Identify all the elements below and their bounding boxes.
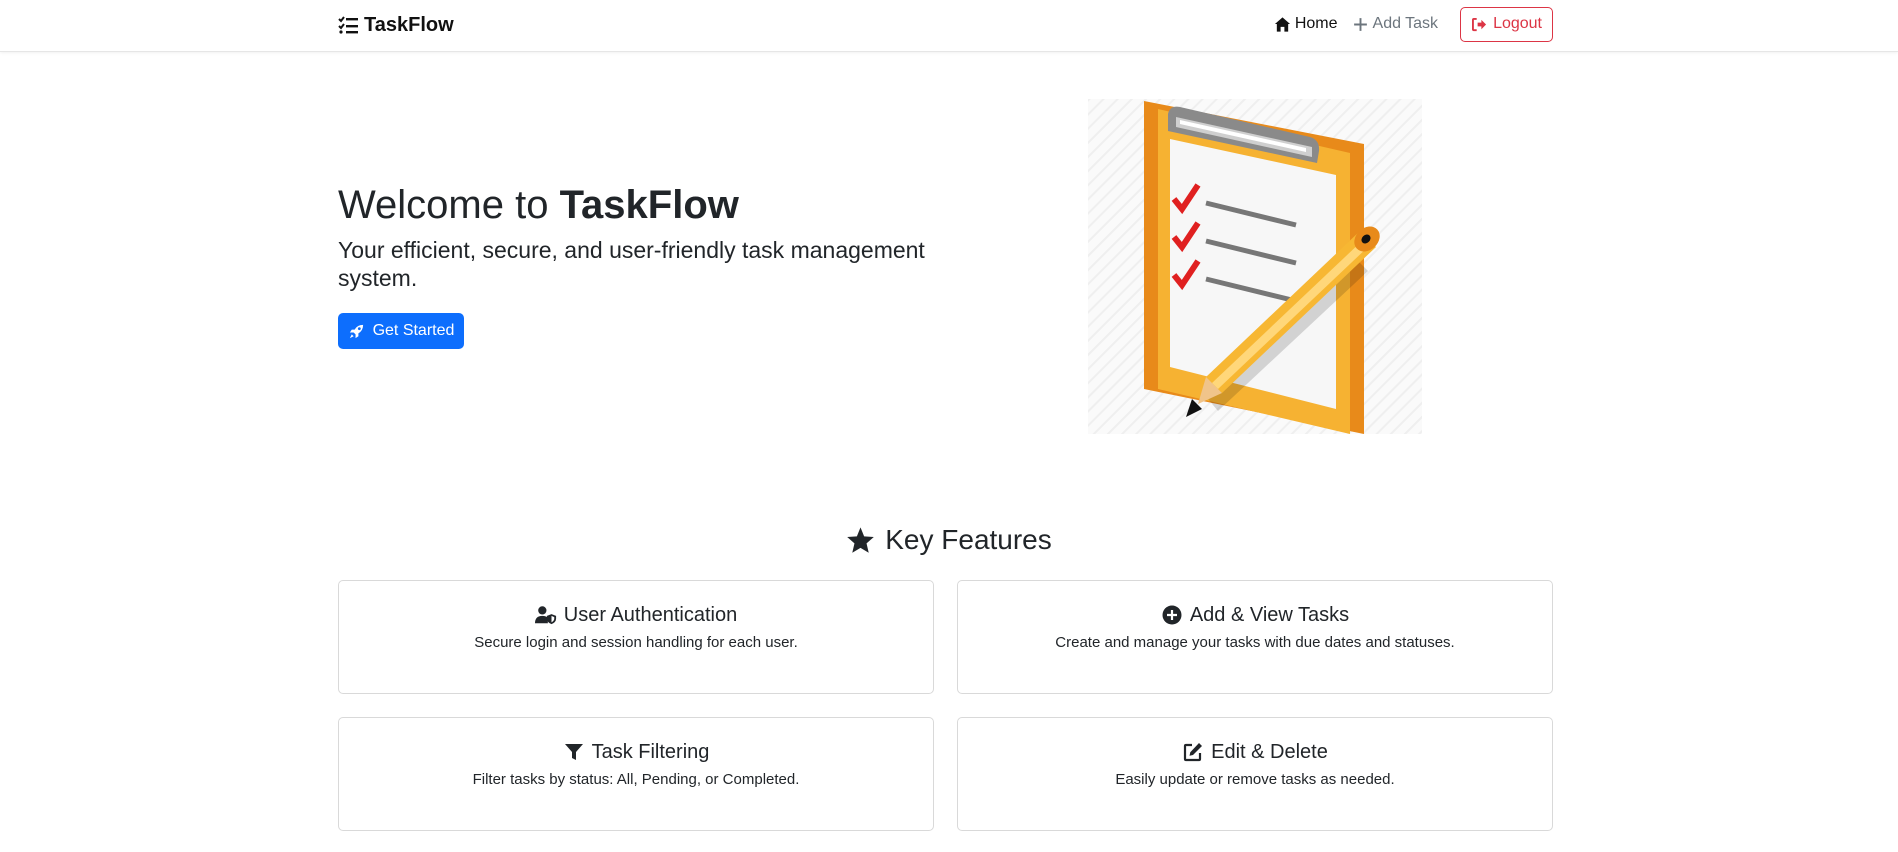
plus-circle-icon: [1162, 605, 1182, 625]
hero-subtitle: Your efficient, secure, and user-friendl…: [338, 237, 925, 291]
rocket-icon: [349, 324, 363, 338]
card-title: Task Filtering: [591, 740, 710, 763]
get-started-button[interactable]: Get Started: [338, 313, 464, 349]
feature-card-edit-delete: Edit & Delete Easily update or remove ta…: [957, 717, 1553, 831]
home-icon: [1274, 16, 1290, 32]
features-heading-label: Key Features: [885, 524, 1052, 555]
user-shield-icon: [534, 606, 556, 625]
task-list-icon: [338, 16, 358, 34]
card-text: Secure login and session handling for ea…: [474, 634, 798, 651]
hero-title-prefix: Welcome to: [338, 183, 560, 227]
logout-button[interactable]: Logout: [1460, 6, 1553, 42]
sign-out-icon: [1472, 17, 1487, 31]
hero-title-brand: TaskFlow: [559, 183, 739, 227]
plus-icon: [1353, 17, 1367, 31]
logout-label: Logout: [1493, 15, 1542, 32]
card-text: Create and manage your tasks with due da…: [1055, 634, 1455, 651]
nav-home-label: Home: [1294, 15, 1338, 32]
hero-title: Welcome to TaskFlow: [338, 183, 739, 228]
card-title-row: Task Filtering: [339, 739, 933, 765]
edit-icon: [1184, 743, 1203, 762]
nav-links: Home Add Task Logout: [1267, 6, 1553, 42]
top-navbar: TaskFlow Home Add Task Logout: [0, 0, 1898, 52]
card-title-row: Edit & Delete: [958, 739, 1552, 765]
card-title-row: User Authentication: [339, 602, 933, 628]
clipboard-illustration: [1088, 99, 1422, 434]
card-text: Filter tasks by status: All, Pending, or…: [472, 771, 800, 788]
card-title: Edit & Delete: [1211, 740, 1328, 763]
card-text: Easily update or remove tasks as needed.: [1115, 771, 1395, 788]
star-icon: [847, 527, 875, 553]
brand-logo[interactable]: TaskFlow: [338, 12, 454, 38]
feature-card-filtering: Task Filtering Filter tasks by status: A…: [338, 717, 934, 831]
card-title: Add & View Tasks: [1189, 603, 1350, 626]
card-title: User Authentication: [563, 603, 738, 626]
get-started-label: Get Started: [372, 322, 455, 339]
nav-add-task-link[interactable]: Add Task: [1345, 6, 1446, 42]
brand-name: TaskFlow: [364, 13, 454, 36]
feature-card-add-view: Add & View Tasks Create and manage your …: [957, 580, 1553, 694]
filter-icon: [564, 744, 583, 760]
card-title-row: Add & View Tasks: [958, 602, 1552, 628]
nav-home-link[interactable]: Home: [1267, 6, 1345, 42]
nav-add-task-label: Add Task: [1372, 15, 1439, 32]
features-heading: Key Features: [0, 524, 1898, 556]
feature-card-authentication: User Authentication Secure login and ses…: [338, 580, 934, 694]
